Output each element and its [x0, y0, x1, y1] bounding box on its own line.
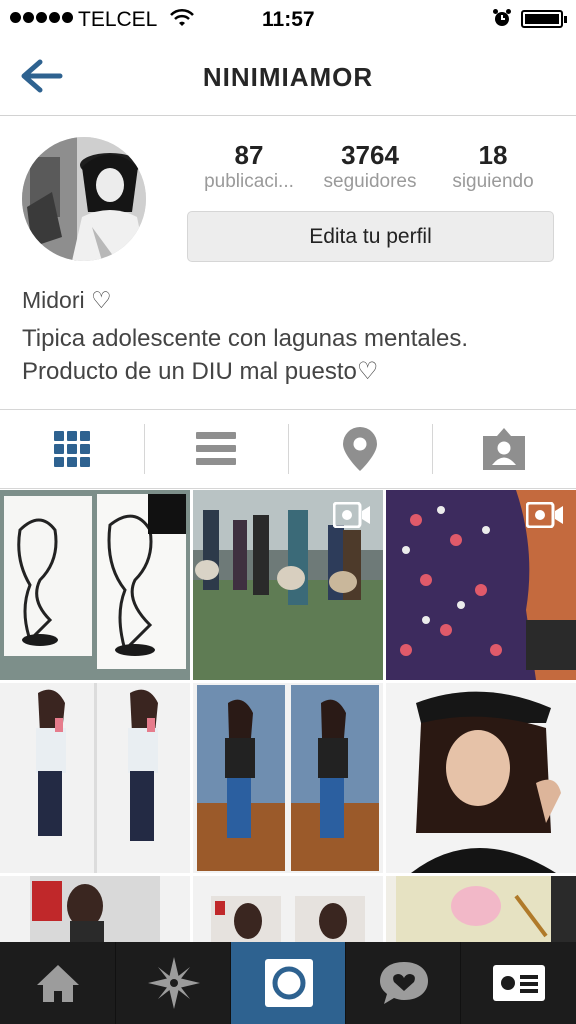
tab-activity[interactable]	[345, 942, 461, 1024]
battery-icon	[521, 10, 567, 28]
tab-camera[interactable]	[230, 942, 346, 1024]
grid-video[interactable]	[386, 490, 576, 680]
grid-photo[interactable]	[193, 683, 383, 873]
signal-strength-icon	[10, 12, 73, 23]
video-camera-icon	[526, 502, 563, 528]
wifi-icon	[170, 8, 194, 26]
posts-label: publicaci...	[204, 171, 294, 192]
avatar-photo	[22, 137, 146, 261]
photo-grid	[0, 490, 576, 944]
photo-thumbnail	[386, 683, 576, 873]
alarm-clock-icon	[493, 9, 511, 26]
grid-video[interactable]	[193, 490, 383, 680]
grid-photo[interactable]	[386, 683, 576, 873]
nav-header: NINIMIAMOR	[0, 38, 576, 116]
tab-tagged-view[interactable]	[432, 410, 576, 488]
posts-count: 87	[234, 140, 264, 170]
photo-thumbnail	[386, 876, 576, 944]
location-pin-icon	[343, 427, 377, 471]
camera-icon	[264, 959, 313, 1007]
followers-label: seguidores	[323, 171, 417, 192]
activity-heart-bubble-icon	[379, 962, 428, 1004]
following-count: 18	[478, 140, 508, 170]
photo-thumbnail	[0, 683, 190, 873]
bottom-tab-bar	[0, 942, 576, 1024]
explore-star-icon	[147, 957, 200, 1009]
tab-profile[interactable]	[460, 942, 576, 1024]
photo-thumbnail	[193, 876, 383, 944]
grid-photo[interactable]	[386, 876, 576, 944]
stat-posts[interactable]: 87 publicaci...	[188, 140, 310, 194]
photo-thumbnail	[0, 490, 190, 680]
tagged-person-icon	[483, 428, 525, 470]
grid-photo[interactable]	[0, 490, 190, 680]
bio-line-1: Tipica adolescente con lagunas mentales.	[22, 325, 469, 352]
video-camera-icon	[333, 502, 370, 528]
status-bar: TELCEL 11:57	[0, 0, 576, 38]
home-icon	[36, 965, 79, 1002]
photo-thumbnail	[0, 876, 190, 944]
status-time: 11:57	[262, 8, 315, 31]
photo-thumbnail	[193, 683, 383, 873]
profile-stats: 87 publicaci... 3764 seguidores 18 sigui…	[188, 140, 554, 200]
tab-list-view[interactable]	[144, 410, 288, 488]
view-switcher	[0, 409, 576, 489]
profile-card-icon	[493, 965, 545, 1001]
carrier-name: TELCEL	[78, 8, 158, 31]
tab-home[interactable]	[0, 942, 115, 1024]
stat-followers[interactable]: 3764 seguidores	[310, 140, 430, 194]
tab-map-view[interactable]	[288, 410, 432, 488]
grid-photo[interactable]	[0, 683, 190, 873]
grid-photo[interactable]	[193, 876, 383, 944]
edit-profile-button[interactable]: Edita tu perfil	[187, 211, 554, 262]
tab-grid-view[interactable]	[0, 410, 144, 488]
tab-explore[interactable]	[115, 942, 231, 1024]
list-icon	[196, 432, 236, 465]
profile-bio: Tipica adolescente con lagunas mentales.…	[22, 322, 562, 388]
bio-line-2: Producto de un DIU mal puesto♡	[22, 358, 379, 385]
page-title: NINIMIAMOR	[202, 62, 374, 92]
avatar[interactable]	[22, 137, 146, 261]
stat-following[interactable]: 18 siguiendo	[433, 140, 553, 194]
grid-icon	[54, 431, 90, 467]
profile-name: Midori ♡	[22, 287, 112, 313]
following-label: siguiendo	[452, 171, 534, 192]
grid-photo[interactable]	[0, 876, 190, 944]
followers-count: 3764	[341, 140, 399, 170]
